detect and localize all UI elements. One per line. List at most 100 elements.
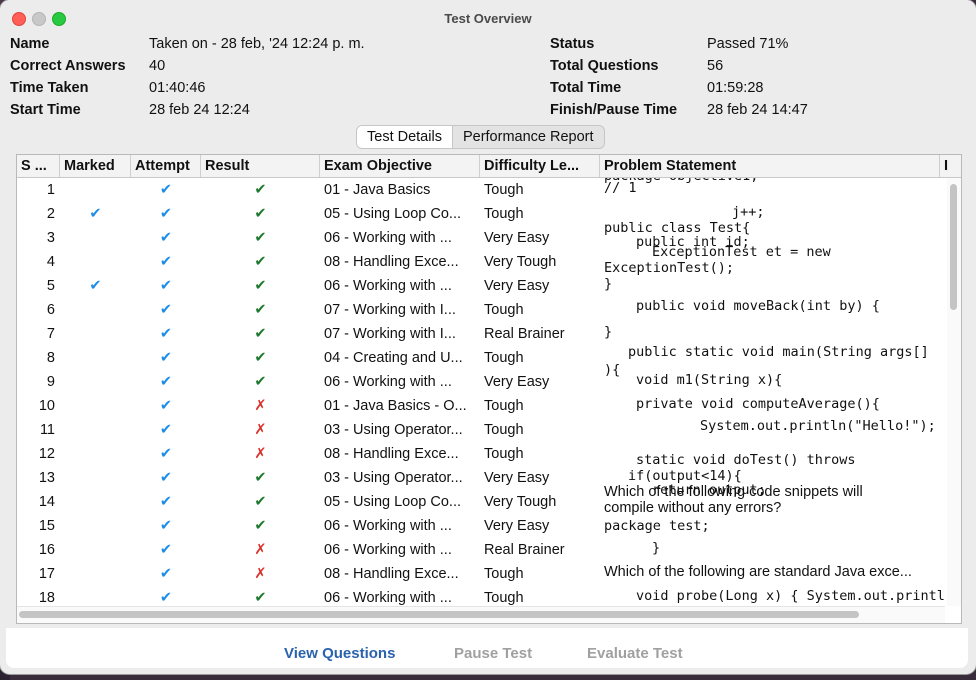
serial-number-cell: 8	[46, 350, 55, 366]
difficulty-cell: Tough	[484, 446, 524, 462]
problem-statement-text: void m1(String x){	[636, 372, 783, 388]
table-body: 1 ✔ ✔ 01 - Java Basics Tough 2 ✔ ✔ ✔ 05 - Using L…	[17, 178, 945, 606]
result-correct-icon: ✔	[254, 350, 267, 366]
column-header-marked[interactable]: Marked	[60, 155, 131, 177]
summary-row-finish-time: Finish/Pause Time 28 feb 24 14:47	[550, 102, 960, 124]
tab-test-details[interactable]: Test Details	[357, 126, 453, 148]
result-correct-icon: ✔	[254, 278, 267, 294]
view-questions-button[interactable]: View Questions	[284, 645, 395, 662]
total-time-label: Total Time	[550, 80, 622, 96]
result-correct-icon: ✔	[254, 470, 267, 486]
serial-number-cell: 9	[46, 374, 55, 390]
attempt-check-icon: ✔	[159, 278, 173, 294]
summary-row-total-questions: Total Questions 56	[550, 58, 960, 80]
test-details-table: S ... Marked Attempt Result Exam Objecti…	[16, 154, 962, 624]
result-correct-icon: ✔	[254, 494, 267, 510]
serial-number-cell: 14	[38, 494, 55, 510]
attempt-check-icon: ✔	[159, 182, 173, 198]
column-header-serial[interactable]: S ...	[17, 155, 60, 177]
result-correct-icon: ✔	[254, 374, 267, 390]
exam-objective-cell: 06 - Working with ...	[324, 278, 452, 294]
exam-objective-cell: 06 - Working with ...	[324, 542, 452, 558]
result-wrong-icon: ✗	[254, 566, 267, 582]
problem-statement-text: public void moveBack(int by) {	[636, 298, 880, 314]
marked-icon	[60, 514, 131, 538]
summary-row-total-time: Total Time 01:59:28	[550, 80, 960, 102]
problem-statement-text: ExceptionTest();	[604, 260, 735, 276]
marked-icon	[60, 298, 131, 322]
serial-number-cell: 12	[38, 446, 55, 462]
total-time-value: 01:59:28	[707, 80, 764, 96]
column-header-result[interactable]: Result	[201, 155, 320, 177]
pause-test-button[interactable]: Pause Test	[454, 645, 532, 662]
marked-icon	[60, 370, 131, 394]
problem-statement-text: ){	[604, 362, 621, 378]
serial-number-cell: 10	[38, 398, 55, 414]
marked-icon	[60, 250, 131, 274]
finish-pause-time-label: Finish/Pause Time	[550, 102, 678, 118]
marked-icon	[60, 466, 131, 490]
column-header-problem-statement[interactable]: Problem Statement	[600, 155, 940, 177]
summary-row-correct-answers: Correct Answers 40	[10, 58, 480, 80]
result-correct-icon: ✔	[254, 518, 267, 534]
column-header-extra[interactable]: I	[940, 155, 961, 177]
problem-statement-text: }	[604, 276, 613, 292]
serial-number-cell: 1	[46, 182, 55, 198]
difficulty-cell: Very Tough	[484, 254, 557, 270]
exam-objective-cell: 04 - Creating and U...	[324, 350, 463, 366]
problem-statement-text: compile without any errors?	[604, 500, 782, 516]
table-header: S ... Marked Attempt Result Exam Objecti…	[17, 155, 961, 178]
finish-pause-time-value: 28 feb 24 14:47	[707, 102, 808, 118]
serial-number-cell: 16	[38, 542, 55, 558]
exam-objective-cell: 01 - Java Basics - O...	[324, 398, 467, 414]
column-header-exam-objective[interactable]: Exam Objective	[320, 155, 480, 177]
serial-number-cell: 17	[38, 566, 55, 582]
marked-icon: ✔	[89, 278, 102, 294]
difficulty-cell: Very Easy	[484, 518, 550, 534]
summary-row-time-taken: Time Taken 01:40:46	[10, 80, 480, 102]
problem-statement-text: package test;	[604, 518, 710, 534]
attempt-check-icon: ✔	[159, 590, 173, 606]
vertical-scrollbar-thumb[interactable]	[950, 184, 957, 310]
difficulty-cell: Tough	[484, 398, 524, 414]
summary-row-name: Name Taken on - 28 feb, '24 12:24 p. m.	[10, 36, 480, 58]
marked-icon: ✔	[89, 206, 102, 222]
exam-objective-cell: 08 - Handling Exce...	[324, 566, 459, 582]
marked-icon	[60, 394, 131, 418]
title-bar: Test Overview	[0, 0, 976, 36]
name-value: Taken on - 28 feb, '24 12:24 p. m.	[149, 36, 365, 52]
tab-performance-report[interactable]: Performance Report	[453, 126, 604, 148]
difficulty-cell: Real Brainer	[484, 542, 565, 558]
attempt-check-icon: ✔	[159, 254, 173, 270]
serial-number-cell: 18	[38, 590, 55, 606]
summary-row-status: Status Passed 71%	[550, 36, 960, 58]
problem-statement-text: Which of the following are standard Java…	[604, 564, 912, 580]
marked-icon	[60, 178, 131, 202]
difficulty-cell: Very Easy	[484, 470, 550, 486]
summary-row-start-time: Start Time 28 feb 24 12:24	[10, 102, 480, 124]
serial-number-cell: 13	[38, 470, 55, 486]
horizontal-scrollbar[interactable]	[17, 606, 945, 623]
result-correct-icon: ✔	[254, 302, 267, 318]
difficulty-cell: Tough	[484, 590, 524, 606]
difficulty-cell: Very Easy	[484, 278, 550, 294]
horizontal-scrollbar-thumb[interactable]	[19, 611, 859, 618]
vertical-scrollbar[interactable]	[947, 178, 961, 606]
total-questions-label: Total Questions	[550, 58, 659, 74]
column-header-difficulty[interactable]: Difficulty Le...	[480, 155, 600, 177]
result-correct-icon: ✔	[254, 206, 267, 222]
difficulty-cell: Tough	[484, 350, 524, 366]
total-questions-value: 56	[707, 58, 724, 74]
exam-objective-cell: 08 - Handling Exce...	[324, 446, 459, 462]
difficulty-cell: Tough	[484, 206, 524, 222]
attempt-check-icon: ✔	[159, 374, 173, 390]
status-label: Status	[550, 36, 595, 52]
attempt-check-icon: ✔	[159, 326, 173, 342]
start-time-value: 28 feb 24 12:24	[149, 102, 250, 118]
column-header-attempt[interactable]: Attempt	[131, 155, 201, 177]
footer-bar: View Questions Pause Test Evaluate Test	[6, 628, 968, 668]
difficulty-cell: Tough	[484, 182, 524, 198]
result-correct-icon: ✔	[254, 254, 267, 270]
evaluate-test-button[interactable]: Evaluate Test	[587, 645, 683, 662]
time-taken-label: Time Taken	[10, 80, 89, 96]
